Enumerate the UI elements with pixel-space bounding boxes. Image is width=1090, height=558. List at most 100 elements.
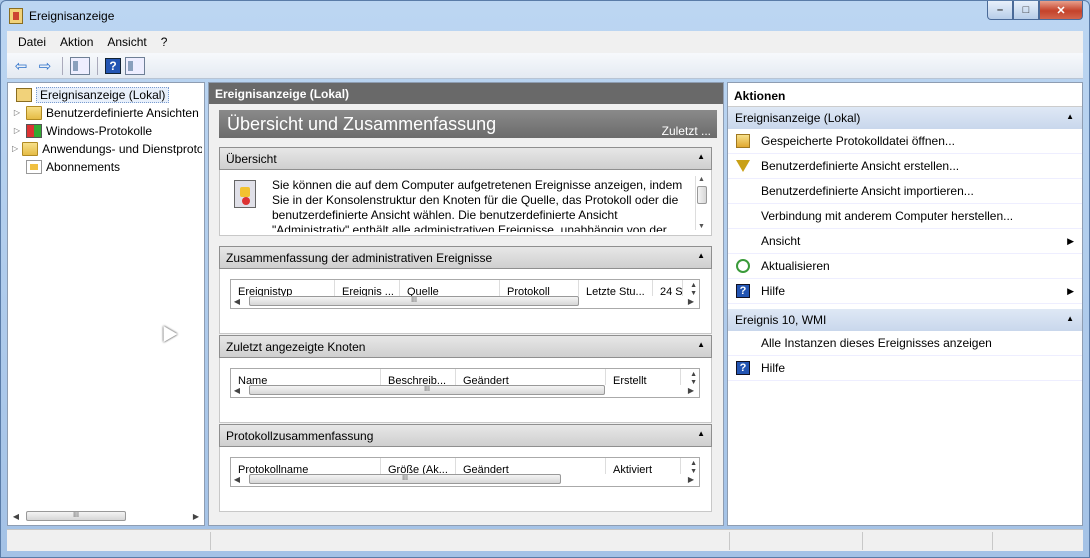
forward-arrow-icon[interactable]: ⇨ <box>35 57 55 75</box>
open-log-icon <box>736 134 750 148</box>
scroll-down-icon[interactable]: ▼ <box>696 223 707 230</box>
collapse-icon[interactable]: ▲ <box>1066 314 1074 323</box>
refresh-icon <box>736 259 750 273</box>
action-refresh[interactable]: Aktualisieren <box>728 254 1082 279</box>
action-group-title: Ereignisanzeige (Lokal) <box>735 111 861 125</box>
submenu-arrow-icon: ▶ <box>1067 286 1074 296</box>
close-button[interactable]: ✕ <box>1039 1 1083 20</box>
tree-item-custom-views[interactable]: ▷ Benutzerdefinierte Ansichten <box>12 104 202 121</box>
maximize-button[interactable]: □ <box>1013 1 1039 20</box>
section-admin-summary: Zusammenfassung der administrativen Erei… <box>219 246 712 334</box>
scroll-left-icon[interactable]: ◀ <box>10 512 22 521</box>
folder-icon <box>26 105 42 120</box>
menu-aktion[interactable]: Aktion <box>53 35 100 49</box>
section-header[interactable]: Übersicht ▲ <box>219 147 712 170</box>
banner-title: Übersicht und Zusammenfassung <box>227 114 497 134</box>
menu-help[interactable]: ? <box>154 35 175 49</box>
minimize-button[interactable]: – <box>987 1 1013 20</box>
tree-item-root[interactable]: Ereignisanzeige (Lokal) <box>12 86 202 103</box>
collapse-icon[interactable]: ▲ <box>697 251 705 260</box>
toolbar-separator <box>62 56 63 75</box>
tree-item-label: Anwendungs- und Dienstprotokolle <box>42 141 202 156</box>
center-pane-header: Ereignisanzeige (Lokal) <box>209 83 723 104</box>
action-import-custom-view[interactable]: Benutzerdefinierte Ansicht importieren..… <box>728 179 1082 204</box>
section-title: Zuletzt angezeigte Knoten <box>226 340 366 354</box>
grid-horizontal-scrollbar[interactable]: ◀ III ▶ <box>231 294 697 308</box>
collapse-icon[interactable]: ▲ <box>697 340 705 349</box>
menu-ansicht[interactable]: Ansicht <box>100 35 153 49</box>
center-content[interactable]: Übersicht und Zusammenfassung Zuletzt ..… <box>209 104 723 525</box>
action-label: Aktualisieren <box>761 259 830 273</box>
action-create-custom-view[interactable]: Benutzerdefinierte Ansicht erstellen... <box>728 154 1082 179</box>
action-label: Alle Instanzen dieses Ereignisses anzeig… <box>761 336 992 350</box>
section-title: Übersicht <box>226 152 277 166</box>
last-refreshed-link[interactable]: Zuletzt ... <box>662 124 711 138</box>
scroll-left-icon[interactable]: ◀ <box>231 386 243 395</box>
collapse-icon[interactable]: ▲ <box>697 152 705 161</box>
scroll-left-icon[interactable]: ◀ <box>231 297 243 306</box>
tree-item-label: Benutzerdefinierte Ansichten <box>46 105 199 120</box>
section-header[interactable]: Protokollzusammenfassung ▲ <box>219 424 712 447</box>
admin-events-grid[interactable]: Ereignistyp Ereignis ... Quelle Protokol… <box>230 279 700 309</box>
action-label: Ansicht <box>761 234 801 248</box>
subscriptions-icon <box>26 159 42 174</box>
scroll-right-icon[interactable]: ▶ <box>190 512 202 521</box>
window-title: Ereignisanzeige <box>29 9 115 23</box>
help-icon[interactable]: ? <box>105 57 121 74</box>
collapse-icon[interactable]: ▲ <box>697 429 705 438</box>
grid-horizontal-scrollbar[interactable]: ◀ III ▶ <box>231 472 697 486</box>
back-arrow-icon[interactable]: ⇦ <box>11 57 31 75</box>
action-help-event[interactable]: ? Hilfe <box>728 356 1082 381</box>
action-help[interactable]: ? Hilfe ▶ <box>728 279 1082 304</box>
tree-item-subscriptions[interactable]: Abonnements <box>12 158 202 175</box>
overview-text: Sie können die auf dem Computer aufgetre… <box>272 178 683 232</box>
section-recent-nodes: Zuletzt angezeigte Knoten ▲ Name Beschre… <box>219 335 712 423</box>
help-icon: ? <box>736 361 750 375</box>
action-show-all-instances[interactable]: Alle Instanzen dieses Ereignisses anzeig… <box>728 331 1082 356</box>
folder-icon <box>22 141 39 156</box>
show-hide-action-pane-icon[interactable] <box>125 56 145 75</box>
scroll-up-icon[interactable]: ▲ <box>696 176 707 183</box>
actions-pane: Aktionen Ereignisanzeige (Lokal) ▲ Gespe… <box>727 82 1083 526</box>
tree-item-app-service-logs[interactable]: ▷ Anwendungs- und Dienstprotokolle <box>12 140 202 157</box>
tree-item-label: Ereignisanzeige (Lokal) <box>36 86 170 103</box>
app-window: Ereignisanzeige – □ ✕ Datei Aktion Ansic… <box>0 0 1090 558</box>
title-bar[interactable]: Ereignisanzeige – □ ✕ <box>1 1 1089 31</box>
collapse-icon[interactable]: ▲ <box>1066 112 1074 121</box>
scroll-thumb[interactable]: III <box>249 296 579 306</box>
scroll-right-icon[interactable]: ▶ <box>685 475 697 484</box>
scroll-right-icon[interactable]: ▶ <box>685 386 697 395</box>
scroll-right-icon[interactable]: ▶ <box>685 297 697 306</box>
expand-icon[interactable]: ▷ <box>12 126 22 135</box>
expand-icon[interactable]: ▷ <box>12 108 22 117</box>
event-viewer-icon <box>9 8 23 24</box>
scroll-thumb[interactable]: III <box>249 474 561 484</box>
log-summary-grid[interactable]: Protokollname Größe (Ak... Geändert Akti… <box>230 457 700 487</box>
action-group-event-viewer[interactable]: Ereignisanzeige (Lokal) ▲ <box>728 107 1082 129</box>
scroll-thumb[interactable]: III <box>249 385 605 395</box>
scroll-thumb[interactable]: III <box>26 511 126 521</box>
action-open-saved-log[interactable]: Gespeicherte Protokolldatei öffnen... <box>728 129 1082 154</box>
section-overview: Übersicht ▲ Sie können die auf dem Compu… <box>219 147 712 236</box>
help-icon: ? <box>736 284 750 298</box>
expand-icon[interactable]: ▷ <box>12 144 18 153</box>
recent-nodes-grid[interactable]: Name Beschreib... Geändert Erstellt ▲ ▼ ◀… <box>230 368 700 398</box>
tree-horizontal-scrollbar[interactable]: ◀ III ▶ <box>10 509 202 523</box>
tree-item-windows-logs[interactable]: ▷ Windows-Protokolle <box>12 122 202 139</box>
action-view[interactable]: Ansicht ▶ <box>728 229 1082 254</box>
action-group-event[interactable]: Ereignis 10, WMI ▲ <box>728 309 1082 331</box>
summary-banner: Übersicht und Zusammenfassung Zuletzt ..… <box>219 110 717 138</box>
section-header[interactable]: Zuletzt angezeigte Knoten ▲ <box>219 335 712 358</box>
scroll-left-icon[interactable]: ◀ <box>231 475 243 484</box>
show-hide-console-tree-icon[interactable] <box>70 56 90 75</box>
action-connect-computer[interactable]: Verbindung mit anderem Computer herstell… <box>728 204 1082 229</box>
tree-item-label: Windows-Protokolle <box>46 123 153 138</box>
section-log-summary: Protokollzusammenfassung ▲ Protokollname… <box>219 424 712 512</box>
scroll-thumb[interactable] <box>697 186 707 204</box>
menu-datei[interactable]: Datei <box>11 35 53 49</box>
event-viewer-icon <box>16 87 32 102</box>
actions-header: Aktionen <box>728 83 1082 107</box>
grid-horizontal-scrollbar[interactable]: ◀ III ▶ <box>231 383 697 397</box>
section-header[interactable]: Zusammenfassung der administrativen Erei… <box>219 246 712 269</box>
overview-vertical-scrollbar[interactable]: ▲ ▼ <box>695 176 707 230</box>
